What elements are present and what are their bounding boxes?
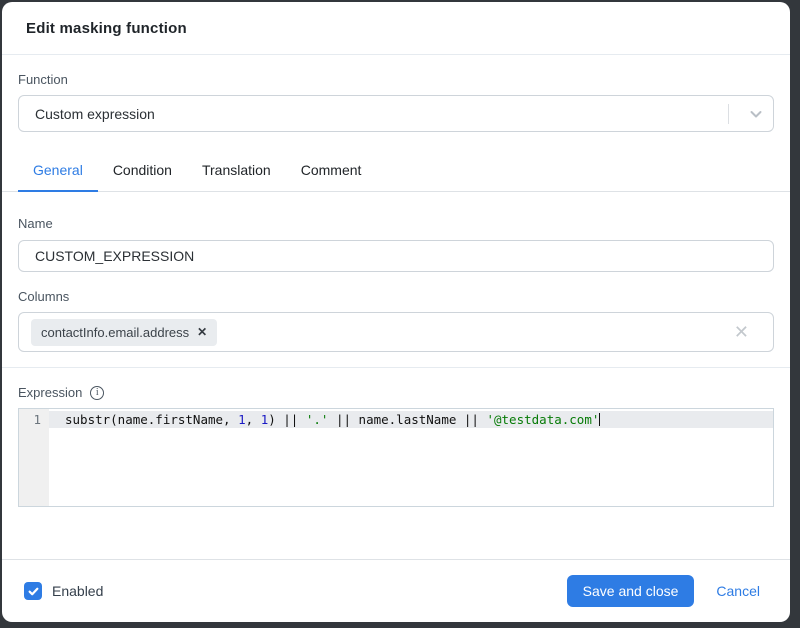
tab-general[interactable]: General [18, 158, 98, 192]
expression-code-editor[interactable]: 1 substr(name.firstName, 1, 1) || '.' ||… [18, 408, 774, 507]
save-and-close-button[interactable]: Save and close [567, 575, 695, 607]
dialog-title: Edit masking function [26, 20, 766, 37]
info-icon[interactable]: i [90, 386, 104, 400]
section-divider [2, 367, 790, 368]
code-line: substr(name.firstName, 1, 1) || '.' || n… [49, 411, 773, 428]
tab-translation[interactable]: Translation [187, 158, 286, 192]
editor-gutter: 1 [19, 409, 49, 506]
column-chip: contactInfo.email.address ✕ [31, 319, 217, 346]
function-select-value: Custom expression [35, 106, 155, 122]
tab-bar: General Condition Translation Comment [2, 158, 790, 192]
editor-code-area[interactable]: substr(name.firstName, 1, 1) || '.' || n… [49, 409, 773, 506]
function-label: Function [18, 72, 774, 87]
columns-input[interactable]: contactInfo.email.address ✕ ✕ [18, 312, 774, 352]
dialog-header: Edit masking function [2, 2, 790, 55]
dialog-footer: Enabled Save and close Cancel [2, 559, 790, 622]
enabled-checkbox[interactable] [24, 582, 42, 600]
chip-remove-icon[interactable]: ✕ [197, 325, 207, 339]
enabled-label: Enabled [52, 583, 103, 599]
dialog-body: Function Custom expression General Condi… [2, 55, 790, 559]
tab-comment[interactable]: Comment [286, 158, 377, 192]
chevron-down-icon[interactable] [739, 107, 773, 121]
expression-label-text: Expression [18, 385, 82, 400]
column-chip-label: contactInfo.email.address [41, 325, 189, 340]
tab-condition[interactable]: Condition [98, 158, 187, 192]
edit-masking-function-dialog: Edit masking function Function Custom ex… [2, 2, 790, 622]
name-input-value: CUSTOM_EXPRESSION [35, 248, 194, 264]
name-input[interactable]: CUSTOM_EXPRESSION [18, 240, 774, 272]
select-separator [728, 104, 729, 124]
expression-label: Expression i [18, 385, 774, 400]
line-number: 1 [19, 411, 41, 428]
cancel-link[interactable]: Cancel [716, 583, 760, 599]
clear-columns-icon[interactable]: ✕ [722, 322, 761, 343]
name-label: Name [18, 216, 774, 231]
function-select[interactable]: Custom expression [18, 95, 774, 132]
columns-label: Columns [18, 289, 774, 304]
